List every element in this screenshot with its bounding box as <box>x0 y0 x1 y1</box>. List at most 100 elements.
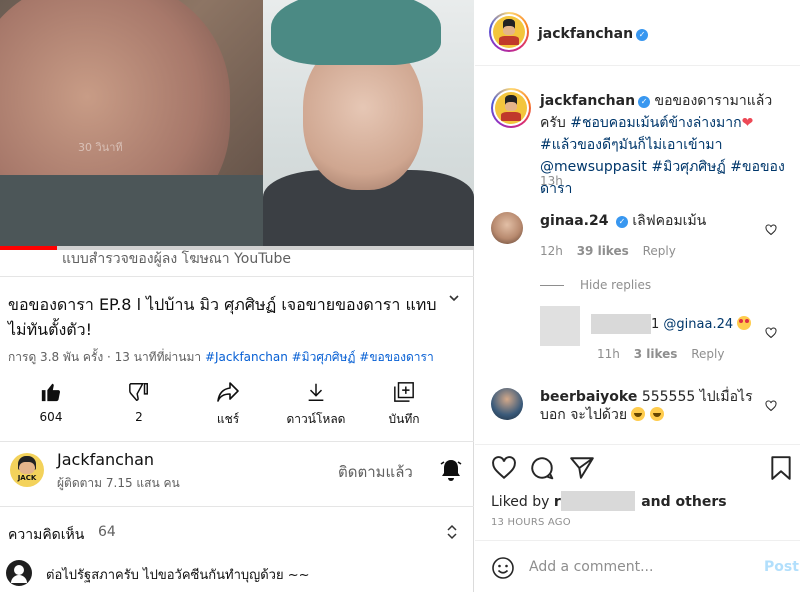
hide-replies-button[interactable]: Hide replies <box>540 278 651 292</box>
reply-button[interactable]: Reply <box>643 244 676 258</box>
download-label: ดาวน์โหลด <box>286 412 346 426</box>
user-avatar-icon <box>6 560 32 586</box>
bell-icon[interactable] <box>440 458 462 486</box>
header-username[interactable]: jackfanchan <box>538 26 633 42</box>
video-player[interactable]: 30 วินาที <box>0 0 474 250</box>
hashtag-link[interactable]: #มิวศุภศิษฏ์ <box>292 350 356 364</box>
laughing-emoji-icon <box>631 407 646 421</box>
comment-likes[interactable]: 39 likes <box>577 244 629 258</box>
share-button[interactable]: แชร์ <box>193 378 263 429</box>
video-title: ขอของดารา EP.8 l ไปบ้าน มิว ศุภศิษฏ์ เจอ… <box>8 295 437 339</box>
video-meta: การดู 3.8 พัน ครั้ง · 13 นาทีที่ผ่านมา #… <box>8 348 434 367</box>
redacted-username <box>591 314 651 334</box>
liked-by-user[interactable]: r <box>554 494 561 510</box>
comment-meta: 12h 39 likes Reply <box>540 244 676 258</box>
post-timestamp: 13 HOURS AGO <box>491 517 571 528</box>
like-reply-heart-icon[interactable] <box>765 324 777 343</box>
liked-by-line: Liked by r and others <box>491 491 727 511</box>
thumbs-up-icon <box>16 378 86 406</box>
caption-text: jackfanchan ✓ ขอของดารามาแล้วครับ #ชอบคอม… <box>540 90 790 200</box>
and-others-link[interactable]: and others <box>641 494 726 510</box>
hide-replies-label: Hide replies <box>580 278 652 292</box>
expand-collapse-icon[interactable] <box>446 524 458 544</box>
caption-hashtag[interactable]: #มิวศุภศิษฏ์ <box>651 159 725 175</box>
like-comment-heart-icon[interactable] <box>765 397 777 416</box>
video-left-frame: 30 วินาที <box>0 0 263 250</box>
hashtag-link[interactable]: #ขอของดารา <box>359 350 433 364</box>
reply-likes[interactable]: 3 likes <box>634 347 678 361</box>
like-comment-heart-icon[interactable] <box>765 221 777 240</box>
comment-username[interactable]: beerbaiyoke <box>540 389 637 405</box>
add-comment-bar: Post <box>475 548 800 588</box>
like-heart-icon[interactable] <box>491 455 517 485</box>
smiley-emoji-icon[interactable] <box>491 556 515 584</box>
header-username-block: jackfanchan ✓ <box>538 23 649 42</box>
channel-name[interactable]: Jackfanchan <box>57 450 154 469</box>
reply-button[interactable]: Reply <box>691 347 724 361</box>
channel-row: JACK Jackfanchan ผู้ติดตาม 7.15 แสน คน ต… <box>0 448 474 496</box>
comment-body: beerbaiyoke 555555 ไปเมื่อไรบอก จะไปด้วย <box>540 388 765 424</box>
hashtag-link[interactable]: #Jackfanchan <box>205 350 288 364</box>
caption-hashtag[interactable]: #ชอบคอมเม้นต์ข้างล่างมาก <box>570 115 741 131</box>
commenter-avatar[interactable] <box>491 212 523 244</box>
send-paper-plane-icon[interactable] <box>569 455 595 485</box>
reply-mention[interactable]: @ginaa.24 <box>663 317 733 332</box>
laughing-emoji-icon <box>649 407 664 421</box>
hide-replies-line <box>540 285 564 286</box>
comment-body: ginaa.24 ✓ เลิฟคอมเม้น <box>540 212 765 230</box>
caption-hashtag[interactable]: #แล้วของดีๆมันก็ไม่เอาเข้ามา <box>540 137 723 153</box>
avatar-logo-text: JACK <box>17 474 37 482</box>
download-button[interactable]: ดาวน์โหลด <box>281 378 351 429</box>
top-comment[interactable]: ต่อไปรัฐสภาครับ ไปขอวัคซีนกันทำบุญด้วย ~… <box>6 560 466 586</box>
caption-username[interactable]: jackfanchan <box>540 93 635 109</box>
dislike-count: 2 <box>135 410 143 424</box>
red-heart-icon: ❤ <box>741 115 754 131</box>
liked-by-label: Liked by <box>491 494 550 510</box>
comment-username[interactable]: ginaa.24 <box>540 213 608 229</box>
caption-avatar[interactable] <box>491 88 531 128</box>
comments-label[interactable]: ความคิดเห็น <box>8 524 84 546</box>
host-shirt <box>0 175 263 250</box>
divider <box>0 506 474 507</box>
redacted-username <box>560 491 635 511</box>
post-header: jackfanchan ✓ <box>475 0 800 66</box>
reply-meta: 11h 3 likes Reply <box>597 347 724 361</box>
share-label: แชร์ <box>216 412 240 426</box>
save-button[interactable]: บันทึก <box>369 378 439 429</box>
like-button[interactable]: 604 <box>16 378 86 424</box>
avatar-face <box>19 462 35 474</box>
instagram-panel: jackfanchan ✓ jackfanchan ✓ ขอของดารามาแล้… <box>475 0 800 592</box>
subscriber-count: ผู้ติดตาม 7.15 แสน คน <box>57 476 180 490</box>
chevron-down-icon[interactable] <box>448 292 460 308</box>
post-actions <box>475 455 800 487</box>
caption-mention[interactable]: @mewsuppasit <box>540 159 647 175</box>
reply-prefix: 1 <box>651 317 660 332</box>
commenter-avatar[interactable] <box>491 388 523 420</box>
comments-count: 64 <box>98 524 116 540</box>
guest-cap <box>271 0 441 65</box>
dislike-button[interactable]: 2 <box>104 378 174 424</box>
video-watermark: 30 วินาที <box>78 141 123 154</box>
view-count: การดู 3.8 พัน ครั้ง · 13 นาทีที่ผ่านมา <box>8 350 202 364</box>
share-icon <box>193 378 263 406</box>
redacted-avatar <box>540 306 580 346</box>
comment-bubble-icon[interactable] <box>529 455 555 485</box>
profile-avatar[interactable] <box>489 12 529 52</box>
bookmark-icon[interactable] <box>770 455 792 485</box>
divider <box>0 276 474 277</box>
channel-avatar[interactable]: JACK <box>10 453 44 487</box>
comment-text: เลิฟคอมเม้น <box>632 213 707 229</box>
comment-time: 12h <box>540 244 563 258</box>
reply-text: 1 @ginaa.24 <box>651 316 752 332</box>
post-comment-button[interactable]: Post <box>764 559 799 575</box>
progress-fill <box>0 246 57 250</box>
divider <box>475 444 800 445</box>
add-to-playlist-icon <box>369 378 439 406</box>
add-comment-input[interactable] <box>529 556 749 578</box>
comment-text: ต่อไปรัฐสภาครับ ไปขอวัคซีนกันทำบุญด้วย ~… <box>46 568 310 583</box>
divider <box>475 540 800 541</box>
thumbs-down-icon <box>104 378 174 406</box>
verified-badge-icon: ✓ <box>636 29 649 41</box>
heart-eyes-emoji-icon <box>737 316 752 330</box>
subscribed-button[interactable]: ติดตามแล้ว <box>338 460 413 484</box>
